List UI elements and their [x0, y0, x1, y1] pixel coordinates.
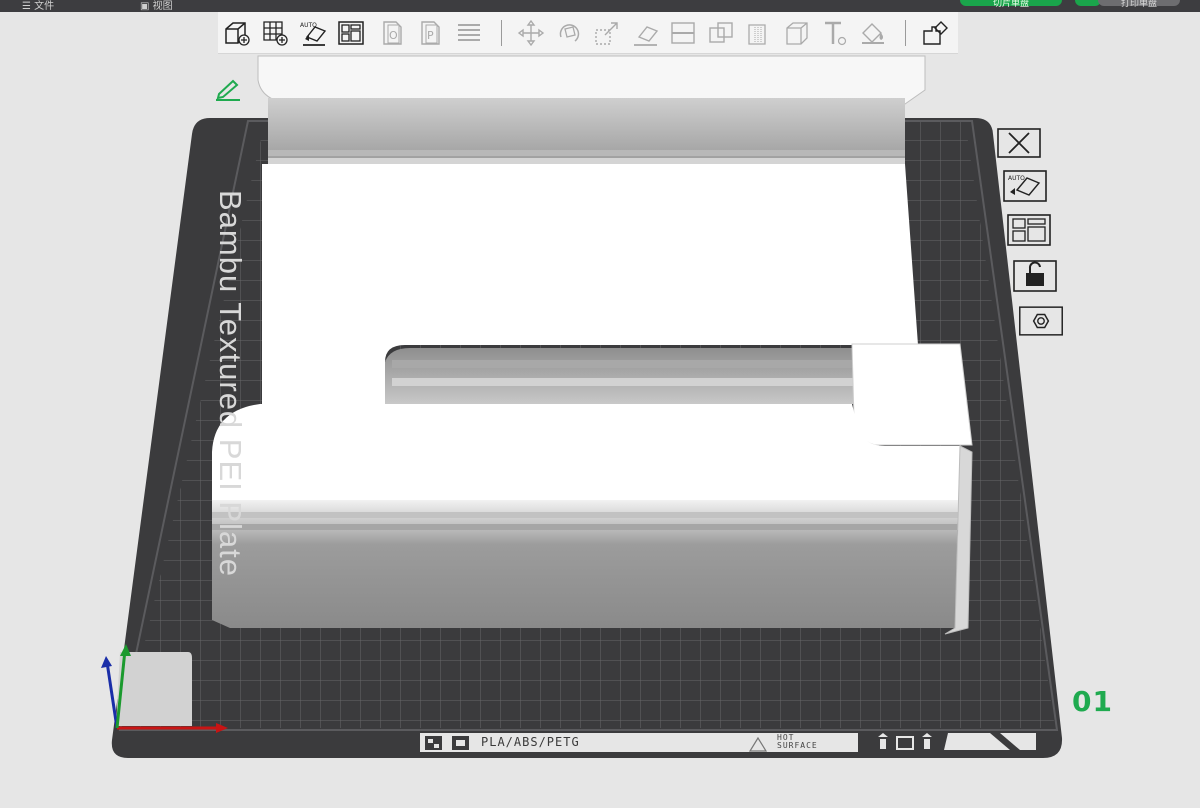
viewport-3d[interactable]	[0, 0, 1200, 808]
arrange-plate-icon	[1007, 214, 1051, 246]
lay-on-face-icon	[634, 26, 659, 46]
lock-plate-button[interactable]	[1010, 258, 1060, 294]
support-paint-button[interactable]	[744, 18, 774, 48]
assembly-icon	[923, 21, 948, 45]
arrange-plate-button[interactable]	[1004, 212, 1054, 248]
delete-plate-button[interactable]	[994, 125, 1044, 161]
auto-orient-plate-button[interactable]: AUTO	[1000, 168, 1050, 204]
move-button[interactable]	[516, 18, 546, 48]
color-paint-icon	[862, 23, 884, 44]
split-objects-label: O	[389, 29, 398, 42]
assembly-button[interactable]	[920, 18, 950, 48]
add-plate-icon	[263, 21, 288, 46]
plate-settings-icon	[1019, 306, 1063, 336]
lay-on-face-button[interactable]	[630, 18, 660, 48]
auto-orient-plate-icon: AUTO	[1003, 170, 1047, 202]
add-object-icon	[225, 22, 250, 46]
layers-button[interactable]	[454, 18, 484, 48]
close-icon	[997, 128, 1041, 158]
scale-button[interactable]	[592, 18, 622, 48]
arrange-icon	[338, 21, 364, 45]
toolbar-separator	[905, 20, 906, 46]
main-toolbar: AUTO O P	[218, 12, 958, 54]
plate-settings-button[interactable]	[1016, 303, 1066, 339]
auto-orient-plate-label: AUTO	[1008, 175, 1025, 182]
layers-icon	[458, 24, 480, 41]
scale-icon	[595, 22, 618, 45]
lock-icon	[1013, 260, 1057, 292]
add-plate-button[interactable]	[260, 18, 290, 48]
split-parts-label: P	[427, 29, 434, 42]
color-paint-button[interactable]	[858, 18, 888, 48]
boolean-button[interactable]	[706, 18, 736, 48]
hot-surface-label: HOT SURFACE	[777, 734, 818, 750]
plate-number: 01	[1072, 685, 1113, 718]
auto-orient-button[interactable]: AUTO	[298, 18, 328, 48]
split-objects-icon: O	[383, 21, 402, 45]
seam-paint-icon	[786, 22, 808, 45]
toolbar-separator	[501, 20, 502, 46]
edit-plate-name-icon[interactable]	[213, 76, 243, 102]
hot-label-line2: SURFACE	[777, 741, 818, 750]
cut-button[interactable]	[668, 18, 698, 48]
split-objects-button[interactable]: O	[378, 18, 408, 48]
arrange-button[interactable]	[336, 18, 366, 48]
split-parts-button[interactable]: P	[416, 18, 446, 48]
plate-type-label: Bambu Textured PEI Plate	[213, 190, 248, 578]
plate-material-label: PLA/ABS/PETG	[481, 735, 580, 749]
rotate-icon	[559, 24, 580, 42]
model-object[interactable]	[212, 55, 973, 635]
text-button[interactable]	[820, 18, 850, 48]
support-paint-icon	[748, 24, 766, 45]
move-icon	[517, 19, 545, 47]
rotate-button[interactable]	[554, 18, 584, 48]
text-icon	[825, 21, 847, 46]
boolean-icon	[709, 22, 733, 43]
auto-orient-icon: AUTO	[300, 22, 327, 46]
seam-paint-button[interactable]	[782, 18, 812, 48]
split-parts-icon: P	[421, 21, 440, 45]
cut-icon	[671, 22, 695, 44]
add-object-button[interactable]	[222, 18, 252, 48]
